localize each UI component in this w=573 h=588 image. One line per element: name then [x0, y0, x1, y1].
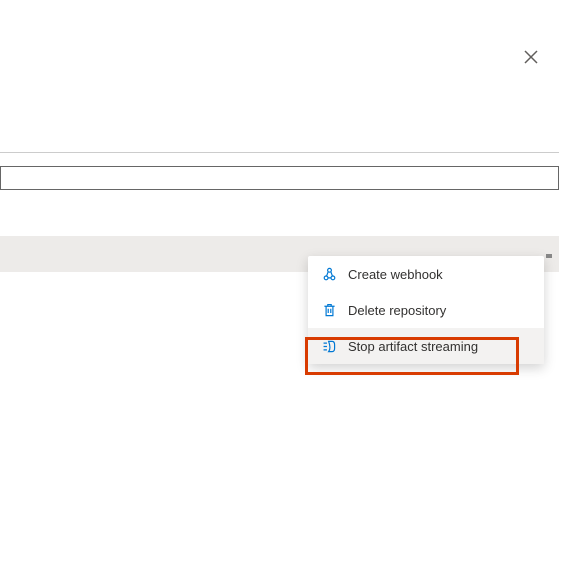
text-input[interactable]	[0, 166, 559, 190]
menu-item-delete-repository[interactable]: Delete repository	[308, 292, 544, 328]
webhook-icon	[320, 265, 338, 283]
menu-item-label: Delete repository	[348, 303, 446, 318]
menu-item-stop-artifact-streaming[interactable]: Stop artifact streaming	[308, 328, 544, 364]
close-button[interactable]	[521, 48, 541, 68]
stop-stream-icon	[320, 337, 338, 355]
divider	[0, 152, 559, 153]
trash-icon	[320, 301, 338, 319]
close-icon	[524, 50, 538, 67]
menu-item-create-webhook[interactable]: Create webhook	[308, 256, 544, 292]
context-menu: Create webhook Delete repository Stop ar…	[308, 256, 544, 364]
menu-item-label: Create webhook	[348, 267, 443, 282]
menu-item-label: Stop artifact streaming	[348, 339, 478, 354]
overflow-indicator	[546, 254, 552, 258]
